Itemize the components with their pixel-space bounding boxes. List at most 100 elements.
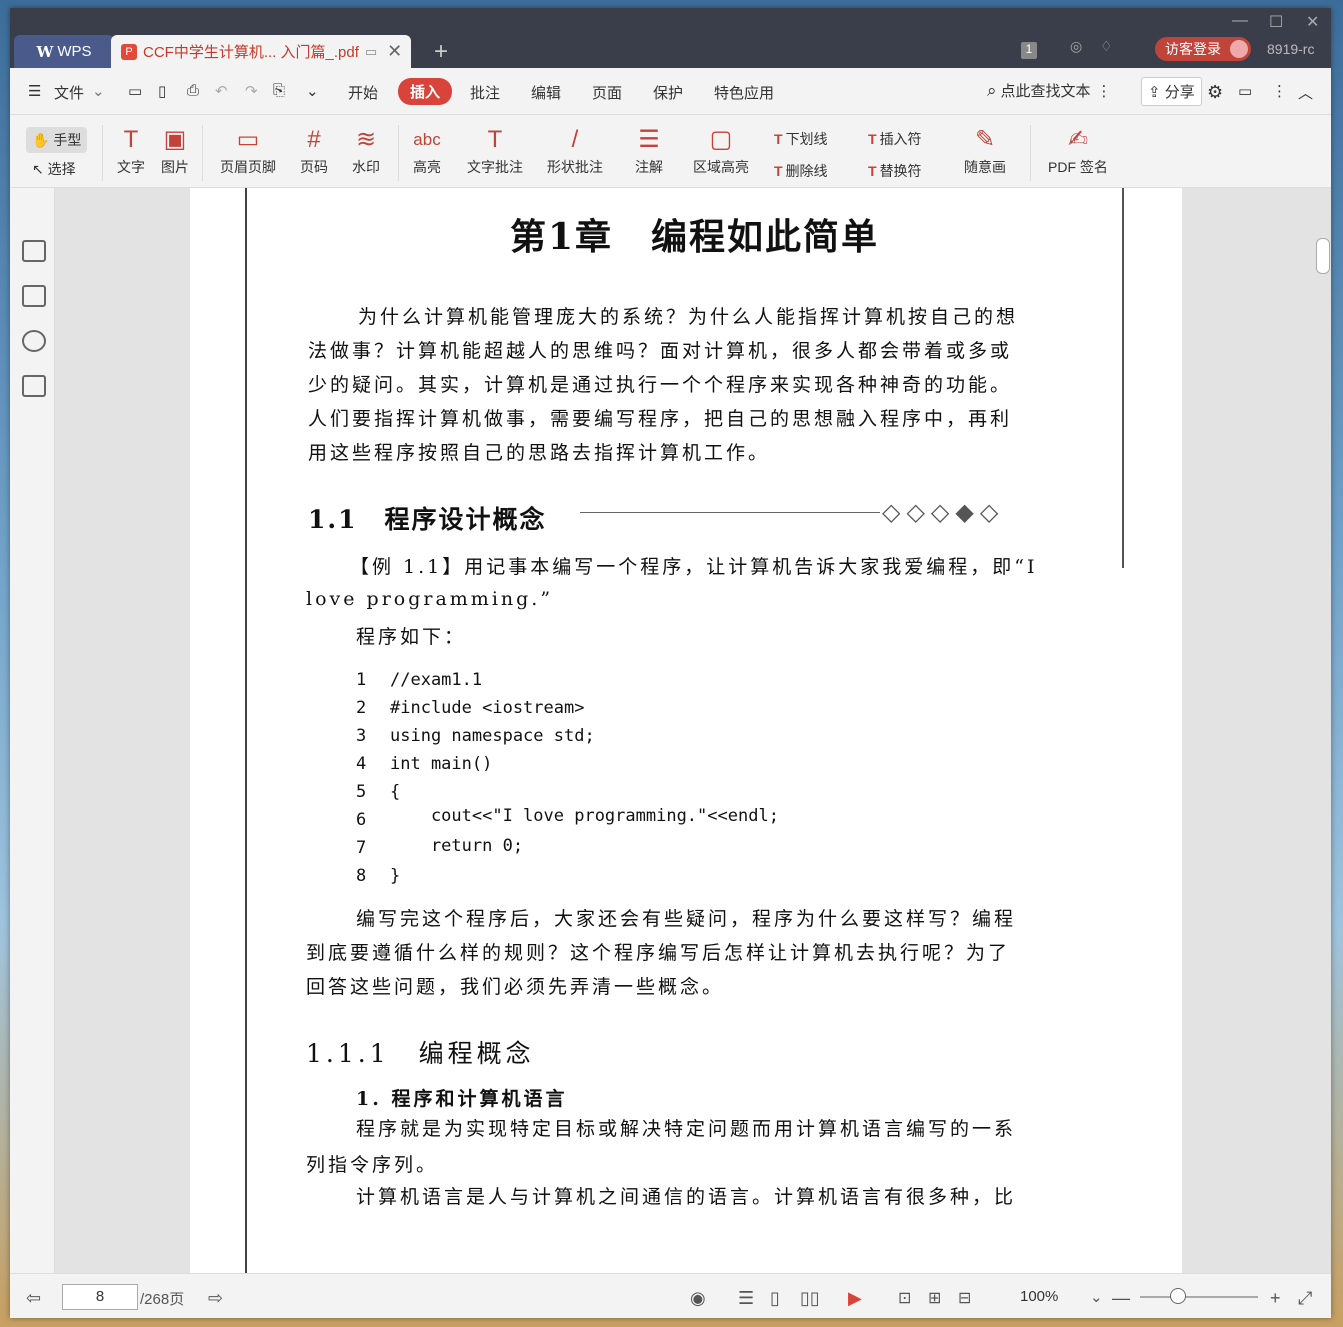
replace-mark-icon: T xyxy=(868,163,877,179)
page-right-border xyxy=(1122,188,1124,568)
watermark-icon: ≋ xyxy=(355,126,377,153)
scrollbar-thumb[interactable] xyxy=(1316,238,1330,274)
hamburger-icon[interactable]: ☰ xyxy=(28,82,41,100)
strikethrough-button[interactable]: T 删除线 xyxy=(774,161,828,181)
header-footer-icon: ▭ xyxy=(236,126,260,153)
menu-start[interactable]: 开始 xyxy=(348,82,378,103)
freehand-draw-button[interactable]: ✎ 随意画 xyxy=(954,123,1016,177)
fullscreen-icon[interactable]: ⤢ xyxy=(1298,1288,1312,1309)
skin-icon[interactable]: ♢ xyxy=(1100,38,1113,55)
fit-width-icon[interactable]: ⊟ xyxy=(958,1288,971,1308)
zoom-out-icon[interactable]: — xyxy=(1112,1288,1130,1309)
sub-heading: 1. 程序和计算机语言 xyxy=(356,1088,568,1110)
zoom-slider-knob[interactable] xyxy=(1169,1288,1186,1304)
code-line-number: 5 xyxy=(356,782,367,802)
gear-icon[interactable]: ⚙ xyxy=(1207,82,1223,103)
more-chevron-icon[interactable]: ⌄ xyxy=(306,82,319,100)
wps-home-tab[interactable]: W WPS xyxy=(14,35,114,68)
zoom-in-icon[interactable]: + xyxy=(1270,1288,1281,1309)
document-tab[interactable]: P CCF中学生计算机... 入门篇_.pdf ▭ ✕ xyxy=(111,35,411,68)
body-line: 程序就是为实现特定目标或解决特定问题而用计算机语言编写的一系 xyxy=(356,1118,1017,1140)
zoom-dropdown-icon[interactable]: ⌄ xyxy=(1090,1288,1103,1306)
intro-line: 为什么计算机能管理庞大的系统？为什么人能指挥计算机按自己的想 xyxy=(358,306,1019,328)
comment-icon[interactable]: ▭ xyxy=(1238,82,1252,100)
eye-protection-icon[interactable]: ◉ xyxy=(690,1288,706,1309)
search-box[interactable]: ⌕ 点此查找文本 ⋮ xyxy=(987,80,1112,101)
code-line: #include <iostream> xyxy=(390,698,585,718)
maximize-icon[interactable]: ☐ xyxy=(1269,12,1283,32)
redo-icon[interactable]: ↷ xyxy=(245,82,258,100)
code-line-number: 3 xyxy=(356,726,367,746)
intro-line: 法做事？计算机能超越人的思维吗？面对计算机，很多人都会带着或多或 xyxy=(308,340,1013,362)
cloud-icon[interactable]: ◎ xyxy=(1070,38,1082,55)
more-icon[interactable]: ⋮ xyxy=(1272,82,1287,100)
print-icon[interactable]: ⎙ xyxy=(187,82,199,99)
share-button[interactable]: ⇪ 分享 xyxy=(1141,77,1202,106)
highlight-icon: abc xyxy=(413,130,441,149)
chevron-down-icon[interactable]: ⌄ xyxy=(92,82,105,100)
page-number-input[interactable]: 8 xyxy=(62,1284,138,1310)
example-line: 【例 1.1】用记事本编写一个程序，让计算机告诉大家我爱编程，即“I xyxy=(350,556,1038,578)
code-line: } xyxy=(390,866,401,886)
fit-page-icon[interactable]: ⊞ xyxy=(928,1288,941,1308)
image-button[interactable]: ▣ 图片 xyxy=(156,123,194,177)
undo-icon[interactable]: ↶ xyxy=(215,82,228,100)
collapse-ribbon-icon[interactable]: ︿ xyxy=(1298,82,1313,103)
actual-size-icon[interactable]: ⊡ xyxy=(898,1288,911,1308)
monitor-icon[interactable]: ▭ xyxy=(365,44,377,60)
insert-mark-button[interactable]: T 插入符 xyxy=(868,129,922,149)
wps-logo-icon: W xyxy=(36,42,54,61)
select-tool-button[interactable]: ↖ 选择 xyxy=(32,159,76,179)
continuous-view-icon[interactable]: ☰ xyxy=(738,1288,754,1309)
menu-special[interactable]: 特色应用 xyxy=(714,82,774,103)
thumbnail-icon[interactable] xyxy=(22,285,46,307)
underline-button[interactable]: T 下划线 xyxy=(774,129,828,149)
play-icon[interactable]: ▶ xyxy=(848,1288,862,1309)
area-highlight-button[interactable]: ▢ 区域高亮 xyxy=(684,123,758,177)
menu-comment[interactable]: 批注 xyxy=(470,82,500,103)
close-window-icon[interactable]: ✕ xyxy=(1306,12,1319,32)
save-icon[interactable]: ▯ xyxy=(158,82,166,100)
window-count-badge[interactable]: 1 xyxy=(1021,42,1037,59)
open-folder-icon[interactable]: ▭ xyxy=(128,82,142,100)
prev-page-icon[interactable]: ⇦ xyxy=(26,1288,41,1309)
file-menu[interactable]: 文件 xyxy=(54,82,84,103)
new-tab-button[interactable]: + xyxy=(434,38,448,66)
watermark-button[interactable]: ≋ 水印 xyxy=(344,123,388,177)
text-comment-button[interactable]: T 文字批注 xyxy=(462,123,528,177)
document-viewer[interactable]: 第1章 编程如此简单 为什么计算机能管理庞大的系统？为什么人能指挥计算机按自己的… xyxy=(55,188,1331,1273)
annotation-button[interactable]: ☰ 注解 xyxy=(624,123,674,177)
section-heading: 1.1 程序设计概念 xyxy=(308,505,547,534)
signature-panel-icon[interactable] xyxy=(22,375,46,397)
header-footer-button[interactable]: ▭ 页眉页脚 xyxy=(210,123,286,177)
shape-comment-button[interactable]: / 形状批注 xyxy=(538,123,612,177)
close-tab-icon[interactable]: ✕ xyxy=(387,41,402,62)
export-icon[interactable]: ⎘ xyxy=(273,82,285,99)
outline-icon[interactable] xyxy=(22,240,46,262)
hand-tool-button[interactable]: ✋ 手型 xyxy=(26,127,88,153)
code-line-number: 1 xyxy=(356,670,367,690)
document-tab-title: CCF中学生计算机... 入门篇_.pdf xyxy=(143,44,359,61)
menu-protect[interactable]: 保护 xyxy=(653,82,683,103)
subsection-heading: 1.1.1 编程概念 xyxy=(306,1039,535,1068)
annotate-icon[interactable] xyxy=(22,330,46,352)
divider xyxy=(398,125,399,181)
pdf-page: 第1章 编程如此简单 为什么计算机能管理庞大的系统？为什么人能指挥计算机按自己的… xyxy=(190,188,1182,1273)
replace-mark-button[interactable]: T 替换符 xyxy=(868,161,922,181)
zoom-level[interactable]: 100% xyxy=(1020,1288,1058,1305)
login-button[interactable]: 访客登录 xyxy=(1155,37,1251,61)
menu-page[interactable]: 页面 xyxy=(592,82,622,103)
more-vertical-icon[interactable]: ⋮ xyxy=(1097,83,1112,100)
minimize-icon[interactable]: — xyxy=(1232,12,1248,30)
zoom-slider[interactable] xyxy=(1140,1296,1258,1298)
highlight-button[interactable]: abc 高亮 xyxy=(405,123,449,177)
pdf-sign-button[interactable]: ✍ PDF 签名 xyxy=(1040,123,1116,177)
two-page-icon[interactable]: ▯▯ xyxy=(800,1288,820,1309)
page-number-button[interactable]: # 页码 xyxy=(294,123,334,177)
text-button[interactable]: T 文字 xyxy=(112,123,150,177)
single-page-icon[interactable]: ▯ xyxy=(770,1288,780,1309)
next-page-icon[interactable]: ⇨ xyxy=(208,1288,223,1309)
menu-insert[interactable]: 插入 xyxy=(398,78,453,105)
menu-edit[interactable]: 编辑 xyxy=(531,82,561,103)
insert-mark-icon: T xyxy=(868,131,877,147)
